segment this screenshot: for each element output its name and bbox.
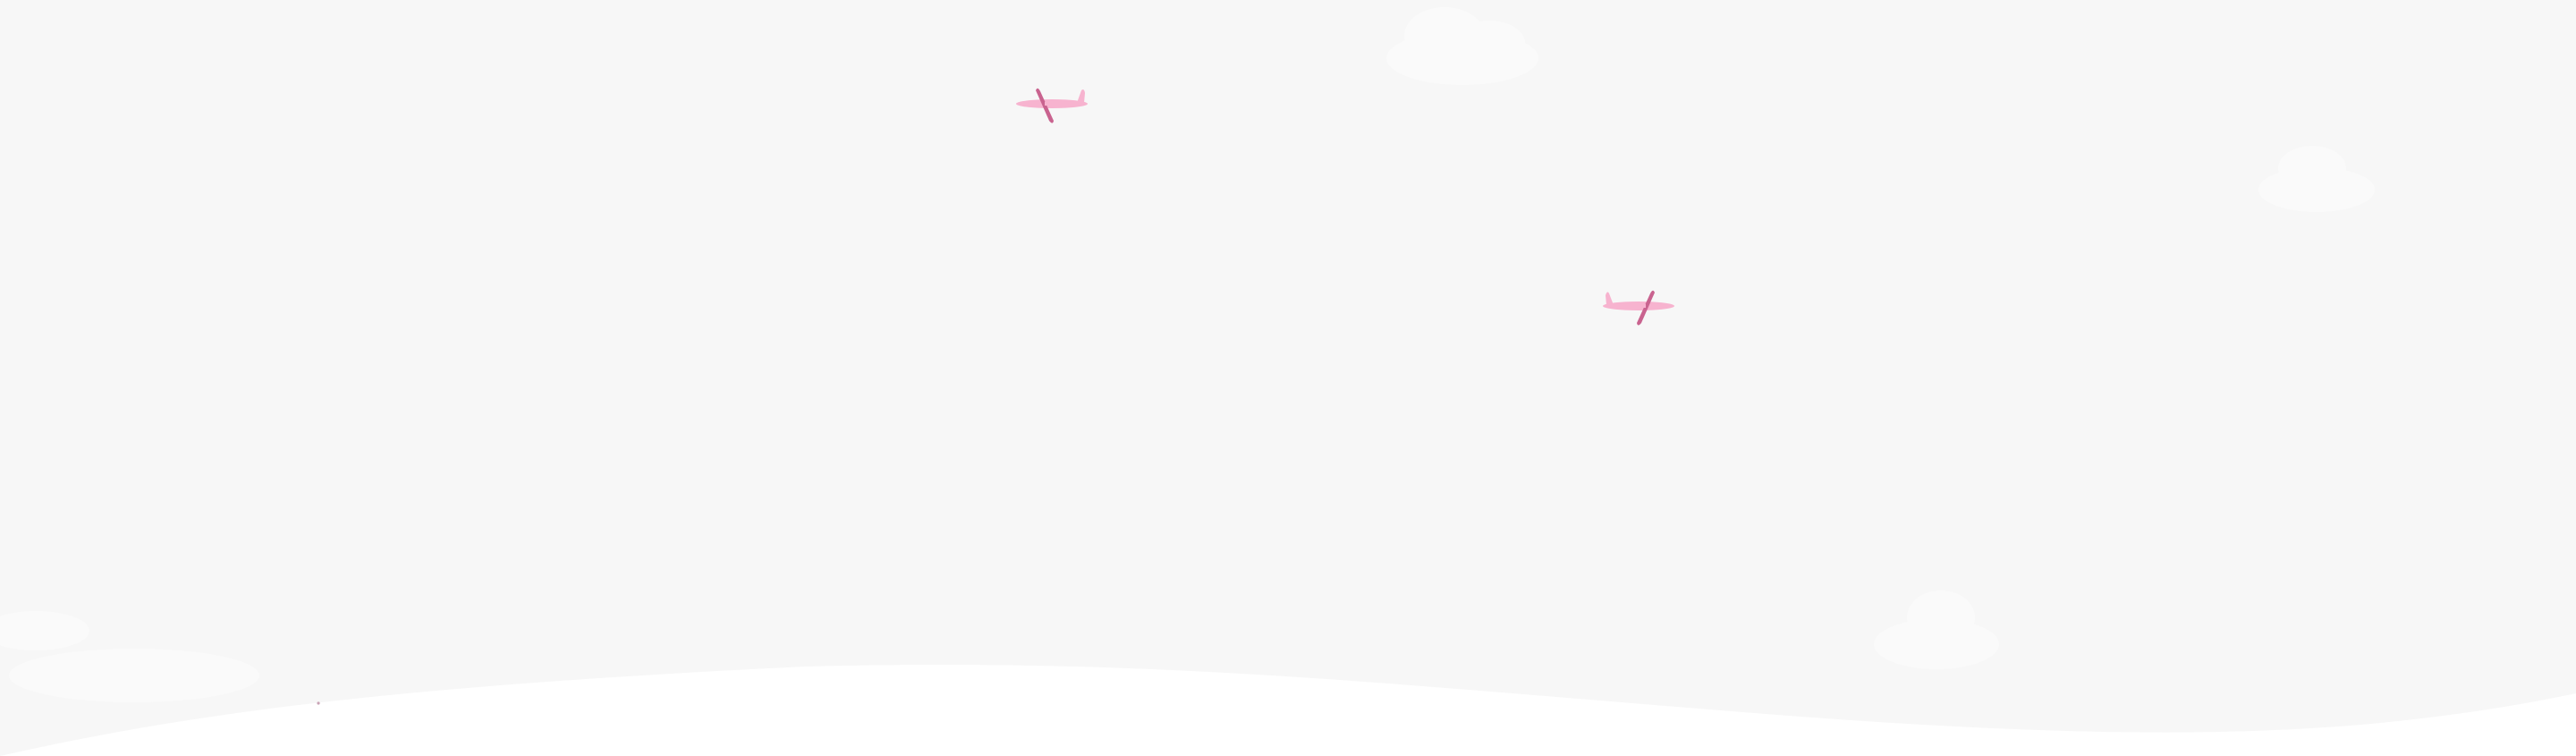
decorative-dot — [317, 701, 320, 705]
hero-illustration — [0, 0, 2576, 756]
sky-background — [0, 0, 2576, 756]
scene-svg — [0, 0, 2576, 756]
